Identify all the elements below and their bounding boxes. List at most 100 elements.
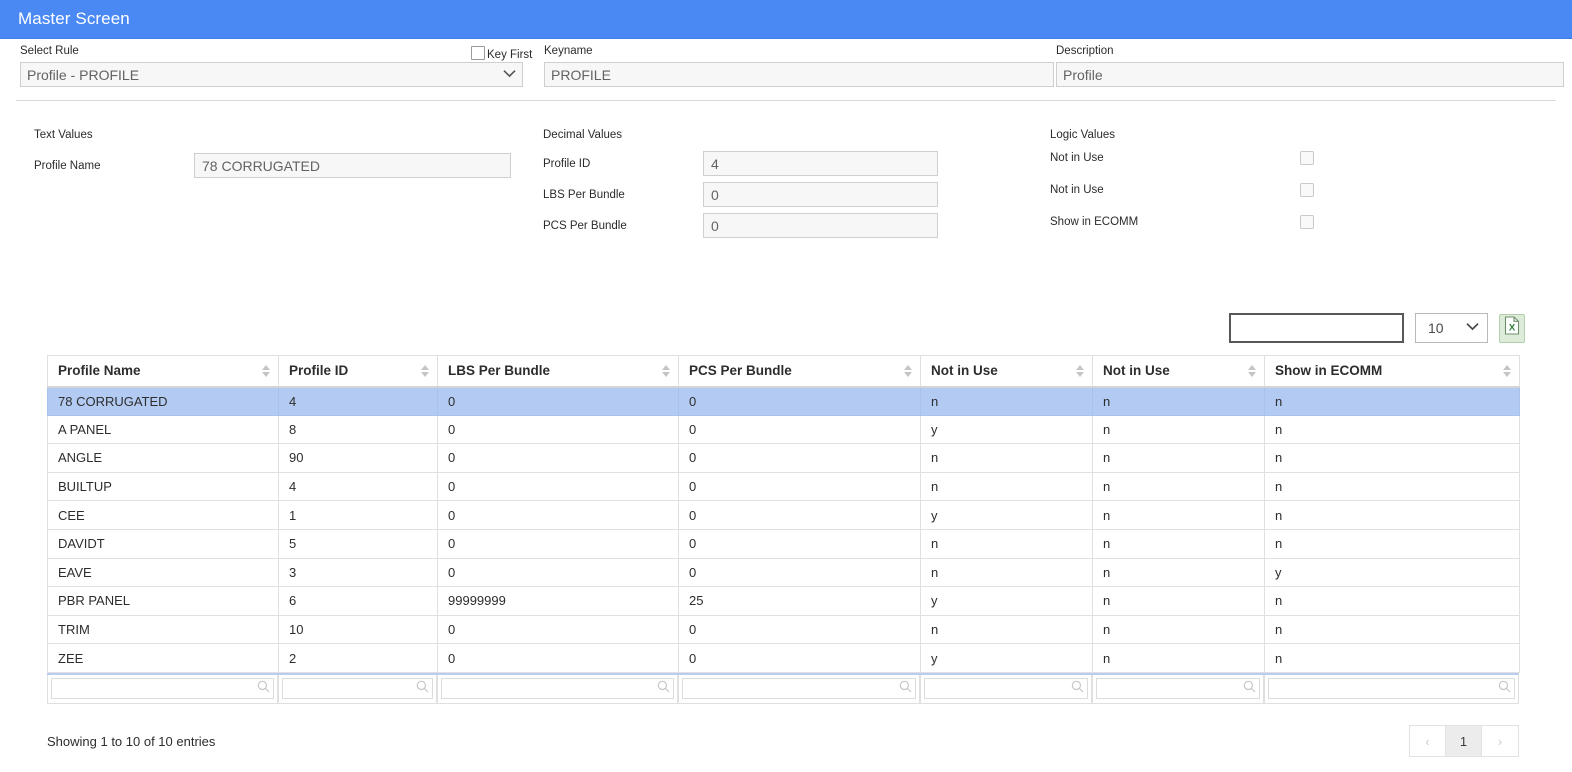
table-cell: 0 [438, 501, 679, 530]
sort-icon[interactable] [1076, 365, 1084, 377]
column-header-profile-name[interactable]: Profile Name [48, 356, 279, 387]
sort-icon[interactable] [904, 365, 912, 377]
pagination-next[interactable]: › [1482, 726, 1518, 756]
table-row[interactable]: CEE100ynn [48, 501, 1520, 530]
table-filter-input[interactable] [682, 678, 916, 699]
table-cell: n [921, 387, 1093, 416]
profiles-table: Profile Name Profile ID LBS Per Bundle P… [47, 355, 1520, 673]
table-cell: 0 [679, 644, 921, 673]
sort-icon[interactable] [262, 365, 270, 377]
table-cell: n [1265, 644, 1520, 673]
table-cell: 5 [279, 529, 438, 558]
select-rule-dropdown[interactable]: Profile - PROFILE [20, 62, 523, 87]
table-cell: 2 [279, 644, 438, 673]
values-section: Text Values Profile Name Decimal Values … [16, 101, 1556, 261]
lbs-per-bundle-input[interactable] [703, 182, 938, 207]
table-cell: y [1265, 558, 1520, 587]
table-cell: DAVIDT [48, 529, 279, 558]
column-header-lbs-per-bundle[interactable]: LBS Per Bundle [438, 356, 679, 387]
lbs-per-bundle-row: LBS Per Bundle [543, 182, 938, 207]
table-row[interactable]: DAVIDT500nnn [48, 529, 1520, 558]
table-info: Showing 1 to 10 of 10 entries [47, 734, 215, 749]
keyname-group: Keyname [544, 45, 1054, 87]
table-header-row: Profile Name Profile ID LBS Per Bundle P… [48, 356, 1520, 387]
column-header-profile-id[interactable]: Profile ID [279, 356, 438, 387]
logic-checkbox-3[interactable] [1300, 215, 1314, 229]
description-input[interactable] [1056, 62, 1564, 87]
column-header-not-in-use-1[interactable]: Not in Use [921, 356, 1093, 387]
table-filter-input[interactable] [1268, 678, 1515, 699]
table-filter-cell [1092, 675, 1264, 704]
table-filter-search [441, 678, 674, 699]
page-length-select[interactable]: 10 [1415, 313, 1488, 343]
column-header-label: Not in Use [931, 363, 998, 378]
table-cell: CEE [48, 501, 279, 530]
table-body: 78 CORRUGATED400nnnA PANEL800ynnANGLE900… [48, 387, 1520, 673]
table-filter-input[interactable] [51, 678, 274, 699]
table-filter-input[interactable] [282, 678, 433, 699]
table-filter-search [1096, 678, 1260, 699]
lbs-per-bundle-label: LBS Per Bundle [543, 189, 703, 201]
table-cell: 0 [438, 415, 679, 444]
logic-row-3: Show in ECOMM [1050, 215, 1314, 229]
text-values-heading: Text Values [34, 129, 93, 141]
table-row[interactable]: ZEE200ynn [48, 644, 1520, 673]
table-cell: n [1093, 558, 1265, 587]
column-header-not-in-use-2[interactable]: Not in Use [1093, 356, 1265, 387]
pagination-previous[interactable]: ‹ [1410, 726, 1446, 756]
sort-icon[interactable] [662, 365, 670, 377]
column-header-label: PCS Per Bundle [689, 363, 792, 378]
column-header-show-in-ecomm[interactable]: Show in ECOMM [1265, 356, 1520, 387]
profile-id-input[interactable] [703, 151, 938, 176]
column-header-pcs-per-bundle[interactable]: PCS Per Bundle [679, 356, 921, 387]
table-row[interactable]: ANGLE9000nnn [48, 444, 1520, 473]
table-filter-input[interactable] [1096, 678, 1260, 699]
table-cell: 0 [679, 615, 921, 644]
logic-checkbox-1[interactable] [1300, 151, 1314, 165]
table-filter-search [51, 678, 274, 699]
table-cell: 10 [279, 615, 438, 644]
table-cell: n [1265, 415, 1520, 444]
table-cell: EAVE [48, 558, 279, 587]
table-cell: y [921, 644, 1093, 673]
table-row[interactable]: EAVE300nny [48, 558, 1520, 587]
sort-icon[interactable] [1248, 365, 1256, 377]
table-cell: n [921, 444, 1093, 473]
table-row[interactable]: BUILTUP400nnn [48, 472, 1520, 501]
pcs-per-bundle-label: PCS Per Bundle [543, 220, 703, 232]
logic-checkbox-2[interactable] [1300, 183, 1314, 197]
table-filter-input[interactable] [441, 678, 674, 699]
table-cell: 0 [679, 558, 921, 587]
table-filter-search [682, 678, 916, 699]
profiles-table-wrapper: Profile Name Profile ID LBS Per Bundle P… [47, 355, 1519, 704]
sort-icon[interactable] [421, 365, 429, 377]
pcs-per-bundle-input[interactable] [703, 213, 938, 238]
select-rule-label: Select Rule [20, 45, 523, 62]
table-row[interactable]: A PANEL800ynn [48, 415, 1520, 444]
table-cell: 0 [438, 444, 679, 473]
logic-label-1: Not in Use [1050, 152, 1300, 164]
pagination-page-1[interactable]: 1 [1446, 726, 1482, 756]
sort-icon[interactable] [1503, 365, 1511, 377]
profile-id-row: Profile ID [543, 151, 938, 176]
table-cell: 0 [679, 529, 921, 558]
table-filter-input[interactable] [924, 678, 1088, 699]
description-group: Description [1056, 45, 1564, 87]
logic-row-1: Not in Use [1050, 151, 1314, 165]
keyname-label: Keyname [544, 45, 1054, 62]
table-row[interactable]: PBR PANEL69999999925ynn [48, 587, 1520, 616]
table-cell: n [1265, 587, 1520, 616]
table-cell: ANGLE [48, 444, 279, 473]
profile-name-input[interactable] [194, 153, 511, 178]
table-cell: n [1093, 387, 1265, 416]
table-cell: 0 [679, 387, 921, 416]
key-first-checkbox[interactable] [471, 46, 485, 60]
excel-export-button[interactable]: X [1499, 314, 1525, 343]
table-row[interactable]: TRIM1000nnn [48, 615, 1520, 644]
keyname-input[interactable] [544, 62, 1054, 87]
table-row[interactable]: 78 CORRUGATED400nnn [48, 387, 1520, 416]
table-cell: 3 [279, 558, 438, 587]
table-cell: 0 [679, 415, 921, 444]
table-cell: PBR PANEL [48, 587, 279, 616]
table-search-input[interactable] [1229, 313, 1404, 343]
